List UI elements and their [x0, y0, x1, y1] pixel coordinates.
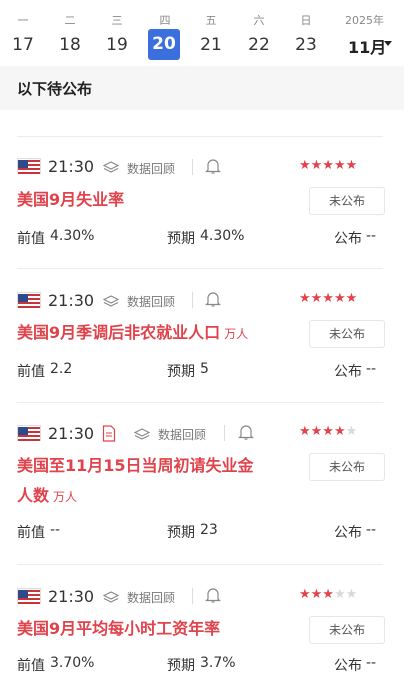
- importance-stars: ★★★★★: [299, 424, 358, 439]
- forecast-label: 预期: [167, 231, 195, 247]
- year-label: 2025年: [345, 14, 384, 27]
- actual-label: 公布: [334, 364, 362, 380]
- data-review-link[interactable]: 数据回顾: [127, 293, 175, 310]
- day-number: 23: [295, 35, 317, 55]
- forecast-label: 预期: [167, 658, 195, 673]
- event-title-text: 美国9月季调后非农就业人口: [17, 323, 221, 342]
- us-flag-icon: [17, 292, 41, 308]
- data-review-link[interactable]: 数据回顾: [127, 589, 175, 606]
- status-button[interactable]: 未公布: [309, 616, 385, 644]
- status-button[interactable]: 未公布: [309, 453, 385, 481]
- event-time: 21:30: [48, 291, 95, 310]
- day-number: 21: [200, 35, 222, 55]
- caret-down-icon[interactable]: [384, 41, 392, 46]
- event-title[interactable]: 美国至11月15日当周初请失业金 人数 万人: [17, 451, 254, 512]
- forecast-value: 23: [200, 522, 218, 538]
- day-name: 日: [300, 14, 312, 27]
- event-title[interactable]: 美国9月季调后非农就业人口 万人: [17, 318, 248, 349]
- data-review-link[interactable]: 数据回顾: [158, 426, 206, 443]
- us-flag-icon: [17, 425, 41, 441]
- us-flag-icon: [17, 158, 41, 174]
- event-title[interactable]: 美国9月失业率: [17, 185, 124, 215]
- day-name: 三: [111, 14, 123, 27]
- day-number: 20: [148, 29, 180, 60]
- event-title-text: 美国9月失业率: [17, 190, 125, 209]
- month-selector[interactable]: 11月: [348, 34, 386, 58]
- event-unit: 万人: [53, 490, 78, 504]
- separator: [224, 425, 225, 441]
- separator: [192, 292, 193, 308]
- actual-value: --: [366, 361, 377, 377]
- separator: [192, 159, 193, 175]
- bell-icon[interactable]: [205, 158, 221, 179]
- day-name: 四: [159, 14, 171, 27]
- previous-label: 前值: [17, 364, 45, 380]
- status-button[interactable]: 未公布: [309, 320, 385, 348]
- previous-label: 前值: [17, 525, 45, 541]
- day-number: 19: [106, 35, 128, 55]
- actual-value: --: [366, 655, 377, 671]
- forecast-value: 4.30%: [200, 228, 245, 244]
- data-review-link[interactable]: 数据回顾: [127, 160, 175, 177]
- bell-icon[interactable]: [205, 291, 221, 312]
- actual-value: --: [366, 522, 377, 538]
- event-unit: 万人: [224, 327, 249, 341]
- importance-stars: ★★★★★: [299, 158, 358, 173]
- previous-value: 2.2: [50, 361, 73, 377]
- card-divider: [17, 564, 383, 565]
- separator: [192, 588, 193, 604]
- bell-icon[interactable]: [238, 424, 254, 445]
- forecast-label: 预期: [167, 364, 195, 380]
- previous-value: 4.30%: [50, 228, 95, 244]
- previous-label: 前值: [17, 231, 45, 247]
- card-divider: [17, 136, 383, 137]
- actual-label: 公布: [334, 525, 362, 541]
- document-icon[interactable]: [102, 425, 116, 446]
- day-number: 22: [248, 35, 270, 55]
- actual-value: --: [366, 228, 377, 244]
- layers-icon: [102, 590, 120, 609]
- event-title-text: 美国9月平均每小时工资年率: [17, 619, 221, 638]
- day-number: 18: [59, 35, 81, 55]
- forecast-label: 预期: [167, 525, 195, 541]
- event-title[interactable]: 美国9月平均每小时工资年率: [17, 614, 220, 644]
- day-name: 二: [64, 14, 76, 27]
- event-time: 21:30: [48, 587, 95, 606]
- card-divider: [17, 268, 383, 269]
- previous-value: 3.70%: [50, 655, 95, 671]
- week-calendar: 一 17 二 18 三 19 四 20 五 21 六 22 日 23 2025年…: [0, 0, 404, 66]
- card-divider: [17, 402, 383, 403]
- status-button[interactable]: 未公布: [309, 187, 385, 215]
- actual-label: 公布: [334, 658, 362, 673]
- day-name: 一: [17, 14, 29, 27]
- previous-value: --: [50, 522, 61, 538]
- event-time: 21:30: [48, 424, 95, 443]
- layers-icon: [102, 160, 120, 179]
- importance-stars: ★★★★★: [299, 587, 358, 602]
- section-header: 以下待公布: [0, 66, 404, 110]
- section-title: 以下待公布: [17, 80, 93, 98]
- event-title-line2: 人数: [17, 486, 50, 505]
- importance-stars: ★★★★★: [299, 291, 358, 306]
- day-name: 六: [253, 14, 265, 27]
- actual-label: 公布: [334, 231, 362, 247]
- day-name: 五: [205, 14, 217, 27]
- layers-icon: [102, 294, 120, 313]
- forecast-value: 5: [200, 361, 209, 377]
- event-time: 21:30: [48, 157, 95, 176]
- previous-label: 前值: [17, 658, 45, 673]
- day-number: 17: [12, 35, 34, 55]
- layers-icon: [133, 427, 151, 446]
- bell-icon[interactable]: [205, 587, 221, 608]
- event-title-line1: 美国至11月15日当周初请失业金: [17, 456, 254, 475]
- forecast-value: 3.7%: [200, 655, 236, 671]
- us-flag-icon: [17, 588, 41, 604]
